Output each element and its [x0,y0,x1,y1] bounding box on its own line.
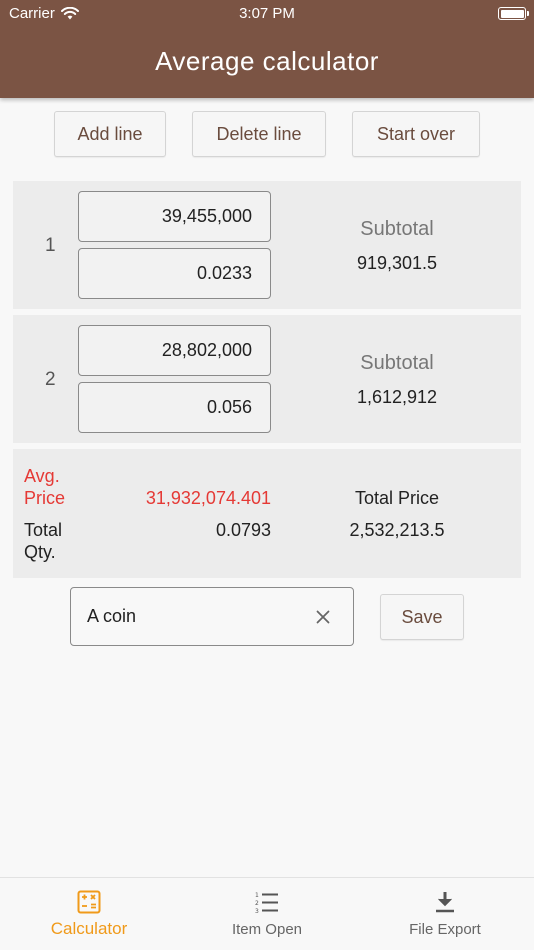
battery-icon [498,7,529,20]
save-button[interactable]: Save [380,594,464,640]
avg-price-label-line1: Avg. [24,466,60,486]
nav-item-file-export[interactable]: File Export [356,878,534,950]
avg-price-label: Avg. Price [24,465,65,509]
subtotal-value: 1,612,912 [356,387,438,407]
svg-text:3: 3 [255,908,259,914]
total-price-label: Total Price [354,488,440,508]
summary-card: Avg. Price 31,932,074.401 Total Price To… [13,449,521,578]
subtotal-label: Subtotal [360,352,434,374]
total-qty-label-line2: Qty. [24,542,56,562]
total-qty-value: 0.0793 [215,520,271,540]
total-qty-label: Total Qty. [24,519,62,563]
price-input[interactable]: 39,455,000 [78,191,271,242]
start-over-button[interactable]: Start over [352,111,480,157]
line-index: 2 [45,369,56,390]
bottom-nav: Calculator 1 2 3 Item Open File Export [0,877,534,950]
line-index: 1 [45,235,56,256]
price-input[interactable]: 28,802,000 [78,325,271,376]
avg-price-label-line2: Price [24,488,66,508]
quantity-input[interactable]: 0.056 [78,382,271,433]
add-line-button[interactable]: Add line [54,111,166,157]
quantity-input[interactable]: 0.0233 [78,248,271,299]
nav-item-calculator[interactable]: Calculator [0,878,178,950]
total-qty-label-line1: Total [24,520,63,540]
item-name-value: A coin [87,606,137,626]
download-icon [436,892,454,913]
calculator-icon [77,890,101,914]
status-time: 3:07 PM [239,5,295,22]
svg-text:1: 1 [255,892,259,899]
svg-text:2: 2 [255,900,259,907]
line-card-2: 2 28,802,000 0.056 Subtotal 1,612,912 [13,315,521,443]
delete-line-button[interactable]: Delete line [192,111,326,157]
avg-price-value: 31,932,074.401 [145,488,271,508]
total-price-value: 2,532,213.5 [349,520,445,540]
line-card-1: 1 39,455,000 0.0233 Subtotal 919,301.5 [13,181,521,309]
nav-label-item-open: Item Open [231,921,303,938]
nav-item-item-open[interactable]: 1 2 3 Item Open [178,878,356,950]
item-name-input[interactable]: A coin [70,587,354,646]
subtotal-label: Subtotal [360,218,434,240]
nav-label-file-export: File Export [409,921,481,938]
subtotal-value: 919,301.5 [356,253,438,273]
page-title: Average calculator [155,46,379,76]
app-header: Carrier 3:07 PM Average calculator [0,0,534,98]
nav-label-calculator: Calculator [50,919,128,938]
clear-icon[interactable] [313,607,333,627]
list-icon: 1 2 3 [255,892,278,914]
